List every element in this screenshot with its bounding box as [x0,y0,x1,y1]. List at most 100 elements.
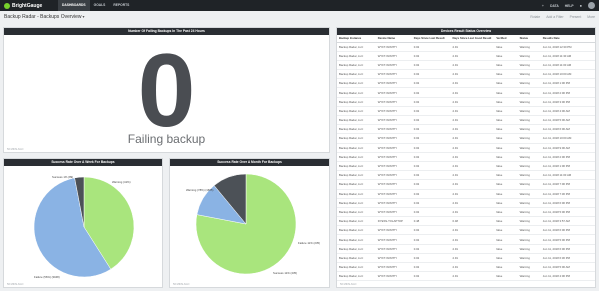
nav-help-menu[interactable]: HELP [565,4,574,8]
table-row[interactable]: Backup Radar, LLC WYFT-WIN7PY 0.02 2.91 fals… [337,234,595,245]
table-row[interactable]: Backup Radar, LLC WYFT-WIN7PY 0.02 2.91 fals… [337,133,595,144]
table-cell: Backup Radar, LLC [337,170,376,181]
table-row[interactable]: Backup Radar, LLC WYFT-WIN7PY 0.02 2.91 fals… [337,97,595,107]
table-cell: 2.91 [450,60,495,71]
table-cell: 2.91 [450,161,495,172]
table-cell: 0.02 [411,253,451,264]
table-row[interactable]: Backup Radar, LLC WYFT-WIN7PY 0.02 2.91 fals… [337,115,595,126]
table-row[interactable]: Backup Radar, LLC WYFT-WIN7PY 0.02 2.91 fals… [337,225,595,236]
table-cell: false [494,216,518,227]
table-cell: false [494,51,518,61]
column-header[interactable]: Days Since Last Result [411,35,451,43]
nav-data-menu[interactable]: DATA [550,4,559,8]
table-cell: Jun 11, 2018 5:00 AM [540,115,595,126]
column-header[interactable]: Results Date [540,35,595,43]
table-cell: Warning [517,207,541,218]
table-cell: false [494,87,518,98]
table-cell: Warning [517,87,541,98]
add-filter-button[interactable]: Add a Filter [546,15,563,19]
table-cell: Warning [517,179,541,190]
table-cell: Jun 11, 2018 1:00 PM [540,78,595,89]
table-cell: Warning [517,51,541,61]
table-row[interactable]: Backup Radar, LLC WYFT-WIN7PY 0.02 2.91 fals… [337,124,595,135]
table-row[interactable]: Backup Radar, LLC WYFT-WIN7PY 0.02 2.91 fals… [337,51,595,61]
table-row[interactable]: Backup Radar, LLC WYFT-WIN7PY 0.02 2.91 fals… [337,244,595,254]
table-row[interactable]: Backup Radar, LLC WYFT-WIN7PY 0.02 2.91 fals… [337,69,595,80]
table-cell: WYFT-WIN7PY [375,198,412,208]
column-header[interactable]: Backup Instance [337,35,376,43]
table-cell: Backup Radar, LLC [337,234,376,245]
pie-label: Failure (56%) (3048) [34,275,60,279]
table-cell: 0.48 [411,216,451,227]
plus-icon[interactable]: + [542,3,544,8]
table-cell: Jun 11, 2018 10:00 AM [540,133,595,144]
table-cell: Warning [517,143,541,153]
table-cell: 0.02 [411,179,451,190]
present-button[interactable]: Present [570,15,582,19]
dashboard-title-dropdown[interactable]: Backup Radar - Backups Overview▾ [4,14,85,20]
failing-backups-widget[interactable]: Number Of Failing Backups In The Past 24… [3,27,330,153]
table-row[interactable]: Backup Radar, LLC WYFT-WIN7PY 0.02 2.91 fals… [337,106,595,117]
table-row[interactable]: Backup Radar, LLC WYFT-WIN7PY 0.02 2.91 fals… [337,87,595,98]
table-row[interactable]: Backup Radar, LLC WYFT-WIN7PY 0.02 2.91 fals… [337,207,595,218]
monthly-success-rate-widget[interactable]: Success Rate Over A Month For Backups Wa… [169,158,330,288]
table-cell: 2.91 [450,234,495,245]
failing-backups-label: Failing backup [127,132,206,146]
table-row[interactable]: Backup Radar, LLC WYFT-WIN7PY 0.02 2.91 fals… [337,189,595,199]
table-cell: false [494,244,518,254]
table-cell: Jun 11, 2018 12:30 PM [540,42,595,52]
column-header[interactable]: Device Name [375,35,412,43]
table-row[interactable]: Backup Radar, LLC WYFT-WIN7PY 0.02 2.91 fals… [337,78,595,89]
table-row[interactable]: Backup Radar, LLC WYFT-WIN7PY 0.02 2.91 fals… [337,271,595,282]
table-row[interactable]: Backup Radar, LLC WYFT-WIN7PY 0.02 2.91 fals… [337,161,595,172]
table-cell: Jun 11, 2018 9:00 AM [540,143,595,153]
table-row[interactable]: Backup Radar, LLC WYFT-WIN7PY 0.02 2.91 fals… [337,253,595,264]
table-cell: false [494,161,518,172]
column-header[interactable]: Verified [494,35,518,43]
widget-updated-time: 56 MINS AGO [173,282,190,286]
logo-text: BrightGauge [12,2,43,9]
nav-dashboards[interactable]: DASHBOARDS [58,0,90,11]
column-header[interactable]: Status [517,35,541,43]
dashboard-header: Backup Radar - Backups Overview▾ Rotate … [0,11,599,25]
table-row[interactable]: Backup Radar, LLC DYESS-TOLAPTOP 0.48 0.48 f… [337,216,595,227]
rotate-button[interactable]: Rotate [530,15,540,19]
table-row[interactable]: Backup Radar, LLC WYFT-WIN7PY 0.02 2.91 fals… [337,179,595,190]
table-row[interactable]: Backup Radar, LLC WYFT-WIN7PY 0.02 2.91 fals… [337,42,595,52]
nav-reports[interactable]: REPORTS [109,0,133,11]
brightgauge-logo[interactable]: BrightGauge [4,2,48,9]
table-cell: 0.48 [450,216,495,227]
table-cell: 2.91 [450,143,495,153]
table-row[interactable]: Backup Radar, LLC WYFT-WIN7PY 0.02 2.91 fals… [337,198,595,208]
table-cell: false [494,253,518,264]
notifications-icon[interactable]: ● [580,3,582,8]
table-cell: WYFT-WIN7PY [375,262,412,273]
table-cell: 2.91 [450,189,495,199]
table-cell: false [494,124,518,135]
table-row[interactable]: Backup Radar, LLC WYFT-WIN7PY 0.02 2.91 fals… [337,170,595,181]
table-cell: 0.02 [411,170,451,181]
table-cell: WYFT-WIN7PY [375,244,412,254]
column-header[interactable]: Days Since Last Good Result [450,35,495,43]
table-cell: false [494,78,518,89]
table-cell: WYFT-WIN7PY [375,69,412,80]
table-cell: Backup Radar, LLC [337,271,376,282]
table-cell: Jun 11, 2018 5:00 PM [540,234,595,245]
table-cell: Backup Radar, LLC [337,253,376,264]
weekly-success-rate-widget[interactable]: Success Rate Over A Week For Backups War… [3,158,163,288]
more-button[interactable]: More [587,15,595,19]
table-cell: false [494,170,518,181]
table-row[interactable]: Backup Radar, LLC WYFT-WIN7PY 0.02 2.91 fals… [337,143,595,153]
table-cell: Warning [517,69,541,80]
table-row[interactable]: Backup Radar, LLC WYFT-WIN7PY 0.02 2.91 fals… [337,262,595,273]
user-avatar[interactable] [588,2,595,9]
devices-status-widget[interactable]: Devices Result Status Overview Backup In… [336,27,596,288]
table-cell: WYFT-WIN7PY [375,179,412,190]
pie-label: Warning (78%) (1665) [186,188,213,192]
table-row[interactable]: Backup Radar, LLC WYFT-WIN7PY 0.02 2.91 fals… [337,152,595,162]
table-cell: Backup Radar, LLC [337,225,376,236]
table-cell: Warning [517,234,541,245]
nav-goals[interactable]: GOALS [90,0,110,11]
table-row[interactable]: Backup Radar, LLC WYFT-WIN7PY 0.02 2.91 fals… [337,60,595,71]
table-cell: Backup Radar, LLC [337,115,376,126]
